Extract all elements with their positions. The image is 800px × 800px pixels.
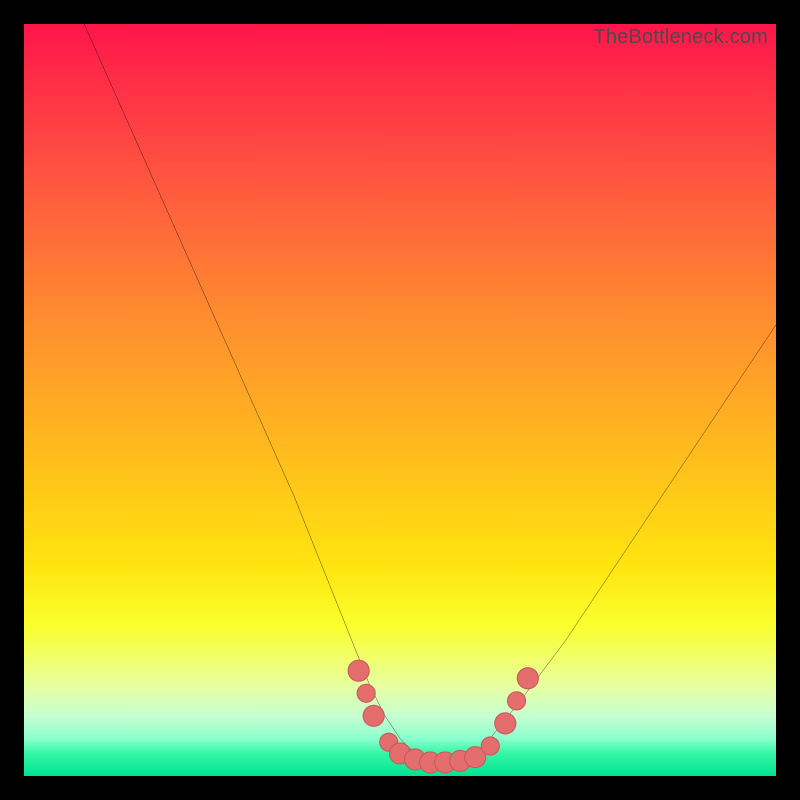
curve-marker	[357, 684, 375, 702]
curve-marker	[517, 668, 538, 689]
chart-frame: TheBottleneck.com	[0, 0, 800, 800]
curve-marker	[481, 737, 499, 755]
curve-marker	[508, 692, 526, 710]
curve-marker	[495, 713, 516, 734]
bottleneck-curve	[24, 24, 776, 776]
curve-path	[84, 24, 776, 761]
curve-marker	[348, 660, 369, 681]
curve-marker	[363, 705, 384, 726]
curve-markers	[348, 660, 538, 773]
plot-area: TheBottleneck.com	[24, 24, 776, 776]
